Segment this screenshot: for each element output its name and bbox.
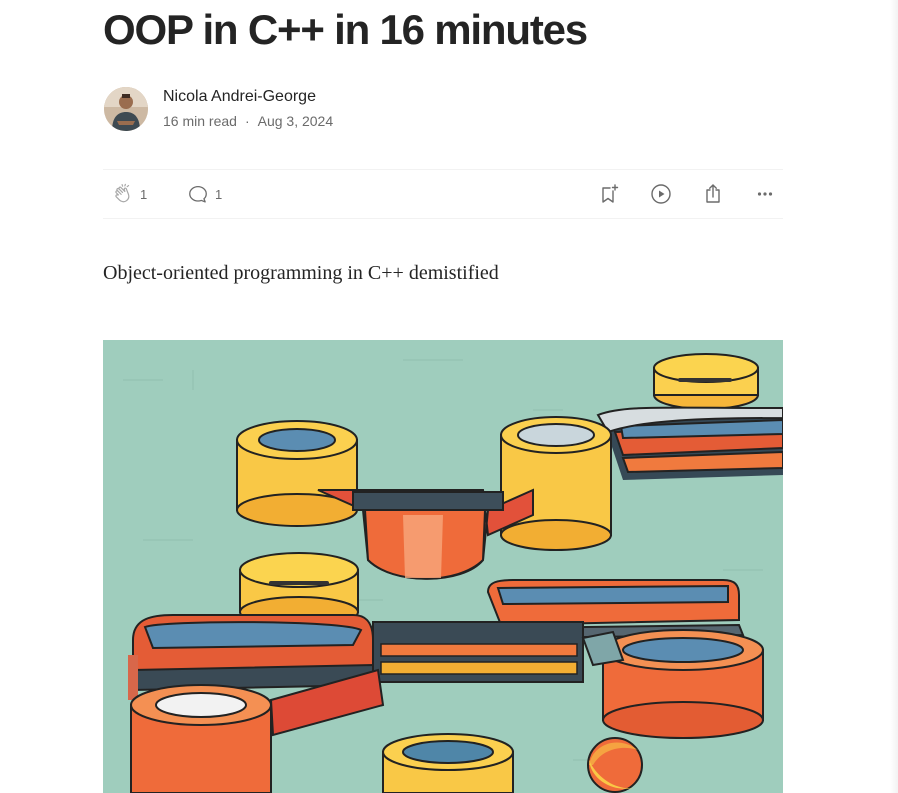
share-button[interactable] <box>701 170 725 218</box>
listen-button[interactable] <box>649 170 673 218</box>
action-bar: 1 1 <box>103 169 783 219</box>
play-icon <box>649 182 673 206</box>
author-avatar[interactable] <box>104 87 148 131</box>
article-subtitle: Object-oriented programming in C++ demis… <box>103 262 499 284</box>
clap-button[interactable]: 1 <box>112 170 147 218</box>
more-icon <box>753 182 777 206</box>
bookmark-add-icon <box>597 182 621 206</box>
more-button[interactable] <box>753 170 777 218</box>
author-name[interactable]: Nicola Andrei-George <box>163 87 333 107</box>
bookmark-button[interactable] <box>597 170 621 218</box>
article-title: OOP in C++ in 16 minutes <box>103 6 588 53</box>
responses-button[interactable]: 1 <box>187 170 222 218</box>
publish-date: Aug 3, 2024 <box>257 113 334 129</box>
page-edge-shadow <box>890 0 898 793</box>
comment-icon <box>187 183 209 205</box>
author-row: Nicola Andrei-George 16 min read · Aug 3… <box>104 87 333 131</box>
read-time: 16 min read <box>163 113 237 129</box>
hero-image <box>103 340 783 793</box>
clap-count: 1 <box>140 186 148 202</box>
share-icon <box>701 182 725 206</box>
responses-count: 1 <box>215 186 223 202</box>
avatar-photo <box>104 87 148 131</box>
clap-icon <box>112 183 134 205</box>
hero-illustration <box>103 340 783 793</box>
meta-separator: · <box>244 113 250 129</box>
